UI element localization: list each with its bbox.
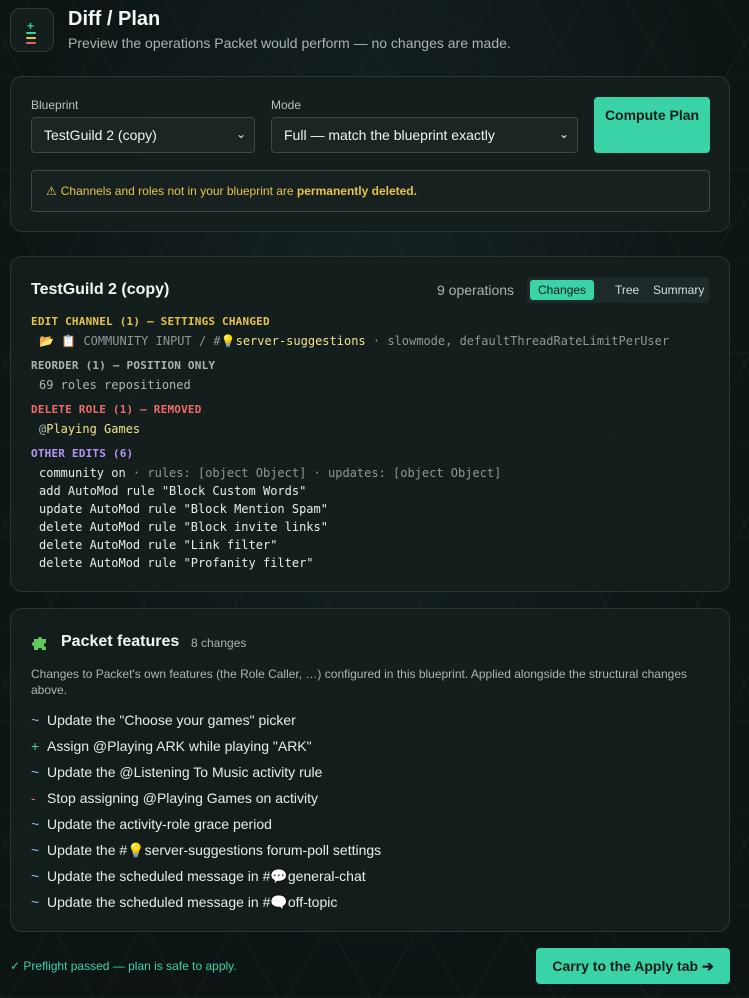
blueprint-select[interactable]: TestGuild 2 (copy) ⌄ [31,117,255,153]
channel-name: server-suggestions forum-poll settings [144,842,382,858]
community-text: community on [39,466,126,480]
warning-text: Channels and roles not in your blueprint… [60,184,297,198]
feature-change-item: ~ Update the #💡server-suggestions forum-p… [31,842,381,859]
update-marker: ~ [31,894,40,910]
clipboard-icon: 📋 [61,334,77,348]
edit-channel-line: 📂 📋 COMMUNITY INPUT / #💡server-suggestio… [39,334,669,348]
bulb-icon: 💡 [220,334,236,348]
path-separator: / # [191,334,221,348]
tab-summary[interactable]: Summary [645,280,712,300]
feature-change-item: ~ Update the scheduled message in #🗨️off-… [31,894,337,911]
edit-line: delete AutoMod rule "Profanity filter" [39,556,314,570]
section-heading-other-edits: OTHER EDITS (6) [31,447,134,460]
section-heading-delete-role: DELETE ROLE (1) — REMOVED [31,403,202,416]
diff-icon: + [10,8,54,52]
features-count: 8 changes [191,636,247,650]
feature-change-text: Stop assigning @Playing Games on activit… [47,790,319,806]
add-marker: + [31,738,40,754]
feature-change-text: Update the "Choose your games" picker [47,712,296,728]
folder-icon: 📂 [39,334,54,348]
page-title: Diff / Plan [68,8,161,30]
plan-result-panel: TestGuild 2 (copy) 9 operations Changes … [10,256,730,592]
warning-icon: ⚠ [46,184,57,198]
feature-change-text: Update the # [47,842,128,858]
feature-change-item: - Stop assigning @Playing Games on activi… [31,790,318,806]
edit-line: update AutoMod rule "Block Mention Spam" [39,502,328,516]
blueprint-select-value: TestGuild 2 (copy) [44,127,157,143]
bulb-icon: 💡 [127,842,145,858]
mode-select[interactable]: Full — match the blueprint exactly ⌄ [271,117,578,153]
feature-change-item: ~ Update the scheduled message in #💬gener… [31,868,366,885]
tab-tree[interactable]: Tree [607,280,647,300]
reorder-line: 69 roles repositioned [39,378,191,392]
operation-count: 9 operations [437,282,515,298]
speech-bubble-icon: 💬 [270,868,288,884]
feature-change-text: Update the scheduled message in # [47,868,271,884]
page-subtitle: Preview the operations Packet would perf… [68,35,511,51]
channel-name: general-chat [287,868,366,884]
role-name: Playing Games [46,422,141,436]
packet-features-panel: Packet features 8 changes Changes to Pac… [10,608,730,932]
mode-label: Mode [271,98,302,112]
result-title: TestGuild 2 (copy) [31,281,170,298]
speech-balloon-icon: 🗨️ [270,894,288,910]
remove-marker: - [31,790,36,806]
category-name: COMMUNITY INPUT [83,334,192,348]
channel-name: off-topic [287,894,338,910]
features-title: Packet features [61,633,180,650]
tab-changes[interactable]: Changes [530,280,595,300]
preflight-status: ✓ Preflight passed — plan is safe to app… [10,959,237,973]
reorder-text: 69 roles repositioned [39,378,191,392]
feature-change-item: + Assign @Playing ARK while playing "ARK" [31,738,312,754]
carry-to-apply-button[interactable]: Carry to the Apply tab ➔ [536,948,730,984]
community-line: community on · rules: [object Object] · … [39,466,501,480]
feature-change-text: Update the scheduled message in # [47,894,271,910]
section-heading-reorder: REORDER (1) — POSITION ONLY [31,359,216,372]
compute-plan-button[interactable]: Compute Plan [594,97,710,153]
feature-change-item: ~ Update the @Listening To Music activity… [31,764,322,780]
feature-change-text: Assign @Playing ARK while playing "ARK" [47,738,312,754]
edit-line: add AutoMod rule "Block Custom Words" [39,484,307,498]
page-header: + Diff / Plan Preview the operations Pac… [10,4,739,52]
deletion-warning: ⚠ Channels and roles not in your blueprin… [31,170,710,212]
feature-change-text: Update the @Listening To Music activity … [47,764,323,780]
chevron-down-icon: ⌄ [235,127,246,141]
view-tabs: Changes Tree Summary [527,277,709,303]
edit-line: delete AutoMod rule "Link filter" [39,538,278,552]
delete-role-line: @Playing Games [39,422,140,436]
blueprint-label: Blueprint [31,98,79,112]
plan-controls-panel: Blueprint TestGuild 2 (copy) ⌄ Mode Full… [10,76,730,232]
feature-change-item: ~ Update the activity-role grace period [31,816,272,832]
update-marker: ~ [31,764,40,780]
puzzle-icon [32,637,46,650]
feature-change-text: Update the activity-role grace period [47,816,272,832]
update-marker: ~ [31,868,40,884]
community-detail: · rules: [object Object] · updates: [obj… [125,466,502,480]
mode-select-value: Full — match the blueprint exactly [284,127,495,143]
warning-emphasis: permanently deleted. [296,184,417,198]
section-heading-edit-channel: EDIT CHANNEL (1) — SETTINGS CHANGED [31,315,270,328]
edit-line: delete AutoMod rule "Block invite links" [39,520,328,534]
chevron-down-icon: ⌄ [558,127,569,141]
update-marker: ~ [31,712,40,728]
features-description: Changes to Packet's own features (the Ro… [31,667,687,697]
update-marker: ~ [31,842,40,858]
update-marker: ~ [31,816,40,832]
channel-name: server-suggestions [235,334,366,348]
edit-channel-detail: · slowmode, defaultThreadRateLimitPerUse… [365,334,670,348]
feature-change-item: ~ Update the "Choose your games" picker [31,712,296,728]
